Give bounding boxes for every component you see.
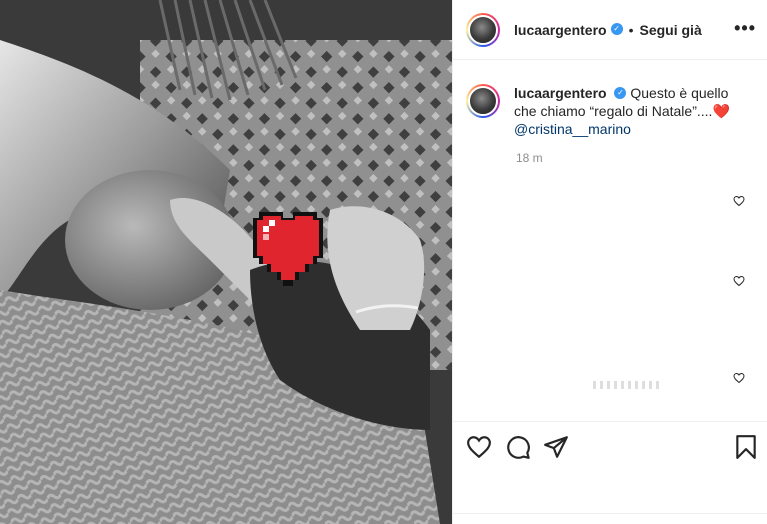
caption-avatar[interactable] [466,84,500,118]
verified-badge-icon: ✓ [610,22,623,35]
post-photo[interactable] [0,0,452,524]
mention-link[interactable]: @cristina__marino [514,121,631,137]
more-horizontal-icon[interactable]: ••• [734,19,756,37]
faded-comment-text [593,381,663,389]
photo-illustration [0,0,452,524]
red-heart-emoji: ❤️ [712,103,730,119]
comment-like-heart-icon[interactable] [733,275,745,287]
caption: lucaargentero ✓ Questo è quello che chia… [514,84,754,138]
caption-verified-badge-icon: ✓ [614,87,627,100]
share-icon[interactable] [543,434,569,460]
post-header: lucaargentero ✓ • Segui già ••• [453,0,767,60]
divider [453,513,767,514]
post-actions-bar [453,421,767,473]
avatar[interactable] [466,12,500,47]
following-button[interactable]: Segui già [640,22,702,38]
heart-icon[interactable] [466,434,492,460]
comment-like-heart-icon[interactable] [733,372,745,384]
caption-block: lucaargentero ✓ Questo è quello che chia… [466,84,756,138]
comment-icon[interactable] [505,434,531,460]
post-side-panel: lucaargentero ✓ • Segui già ••• lucaarge… [452,0,767,524]
comment-like-heart-icon[interactable] [733,195,745,207]
header-separator: • [628,21,634,38]
post-timestamp[interactable]: 18 m [516,151,543,165]
header-username[interactable]: lucaargentero [514,22,607,38]
caption-username[interactable]: lucaargentero [514,85,607,101]
bookmark-icon[interactable] [733,434,759,460]
